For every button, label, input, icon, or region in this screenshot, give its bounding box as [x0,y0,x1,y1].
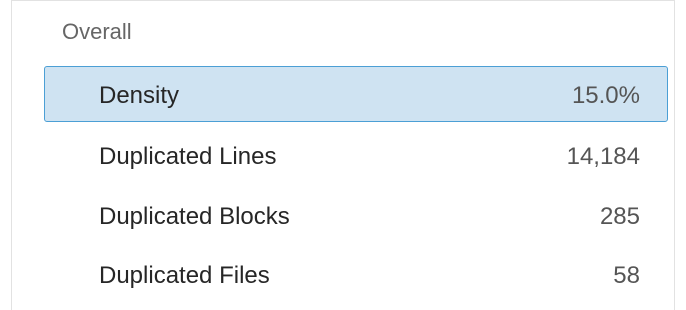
metric-label: Density [99,82,180,109]
metric-label: Duplicated Files [99,262,270,289]
section-title-overall: Overall [62,19,132,44]
metric-label: Duplicated Lines [99,143,277,170]
metric-label: Duplicated Blocks [99,203,290,230]
metric-row-duplicated-lines[interactable]: Duplicated Lines 14,184 [44,127,668,183]
metric-value: 285 [599,203,640,230]
metric-value: 15.0% [571,82,640,109]
metric-row-density[interactable]: Density 15.0% [44,66,668,122]
metric-value: 58 [613,262,640,289]
metric-row-duplicated-files[interactable]: Duplicated Files 58 [44,246,668,302]
metric-value: 14,184 [566,143,640,170]
metric-row-duplicated-blocks[interactable]: Duplicated Blocks 285 [44,187,668,243]
